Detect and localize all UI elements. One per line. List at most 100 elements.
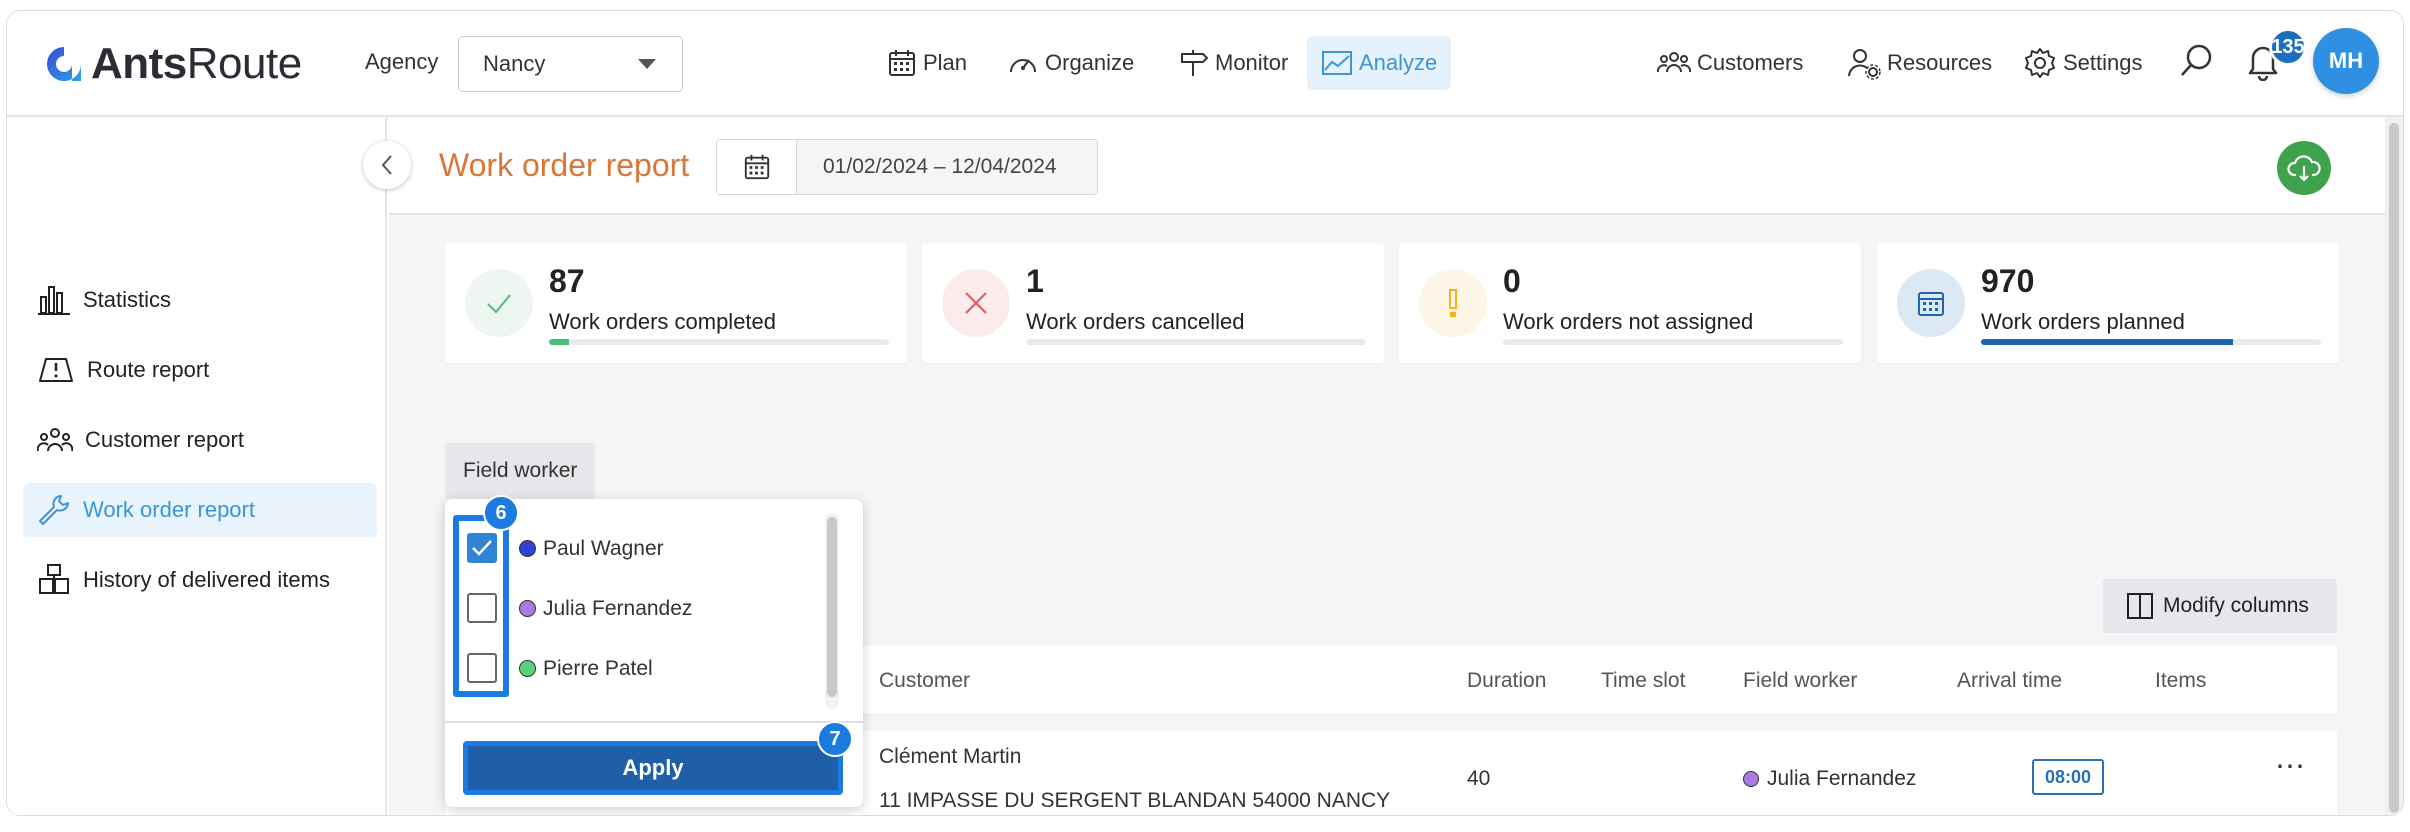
worker-name: Julia Fernandez xyxy=(543,597,693,620)
worker-name: Paul Wagner xyxy=(543,537,664,560)
sidebar-collapse-button[interactable] xyxy=(363,141,411,189)
sidebar-item-route-report[interactable]: Route report xyxy=(23,343,377,397)
exclamation-icon xyxy=(1419,269,1487,337)
search-icon[interactable] xyxy=(2177,41,2217,81)
nav-organize[interactable]: Organize xyxy=(993,36,1148,90)
sidebar-item-customer-report[interactable]: Customer report xyxy=(23,413,377,467)
checkbox-highlight xyxy=(453,515,509,697)
progress-fill xyxy=(1981,339,2233,345)
scroll-thumb[interactable] xyxy=(827,517,837,697)
stat-card-planned: 970 Work orders planned xyxy=(1877,243,2339,363)
progress-bar xyxy=(1026,339,1366,345)
nav-plan[interactable]: Plan xyxy=(873,36,981,90)
nav-organize-label: Organize xyxy=(1045,50,1135,75)
sidebar-item-statistics[interactable]: Statistics xyxy=(23,273,377,327)
column-header[interactable]: Arrival time xyxy=(1957,669,2062,693)
agency-select[interactable]: Nancy xyxy=(458,36,683,92)
signpost-icon xyxy=(1181,50,1209,76)
field-worker-dropdown: Paul Wagner Julia Fernandez Pierre Patel… xyxy=(445,495,863,807)
nav-settings[interactable]: Settings xyxy=(2009,36,2157,90)
scrollbar[interactable] xyxy=(825,513,839,709)
nav-customers[interactable]: Customers xyxy=(1643,36,1817,90)
date-range-picker[interactable]: 01/02/2024 – 12/04/2024 xyxy=(716,139,1098,195)
field-worker-name: Julia Fernandez xyxy=(1767,767,1917,790)
stat-value: 970 xyxy=(1981,263,2035,299)
nav-resources-label: Resources xyxy=(1887,50,1993,75)
app-window: AntsRoute Agency Nancy Plan Organize Mon… xyxy=(6,10,2404,816)
column-header[interactable]: Time slot xyxy=(1601,669,1685,693)
calendar-button[interactable] xyxy=(717,140,797,194)
sidebar-item-label: Route report xyxy=(87,357,210,382)
top-bar: AntsRoute Agency Nancy Plan Organize Mon… xyxy=(7,11,2403,117)
stat-card-not-assigned: 0 Work orders not assigned xyxy=(1399,243,1861,363)
nav-analyze[interactable]: Analyze xyxy=(1307,36,1452,90)
sidebar-item-label: Customer report xyxy=(85,427,244,452)
people-icon xyxy=(37,428,73,452)
stat-value: 87 xyxy=(549,263,585,299)
nav-resources[interactable]: Resources xyxy=(1833,36,2006,90)
nav-settings-label: Settings xyxy=(2063,50,2143,75)
nav-analyze-label: Analyze xyxy=(1359,50,1438,75)
worker-color-dot xyxy=(1743,771,1759,787)
notification-badge: 135 xyxy=(2269,28,2307,66)
bar-chart-icon xyxy=(38,286,70,315)
logo-icon xyxy=(47,47,81,81)
page-title: Work order report xyxy=(439,147,690,183)
sidebar-item-history-delivered[interactable]: History of delivered items xyxy=(23,553,377,607)
logo-text: AntsRoute xyxy=(91,39,302,88)
stat-label: Work orders planned xyxy=(1981,309,2185,334)
page-scrollbar[interactable] xyxy=(2385,117,2403,815)
sidebar: Statistics Route report Customer report … xyxy=(7,117,387,815)
more-actions-icon[interactable]: ⋯ xyxy=(2275,749,2306,784)
sidebar-item-work-order-report[interactable]: Work order report xyxy=(23,483,377,537)
column-header[interactable]: Items xyxy=(2155,669,2206,693)
date-range-value: 01/02/2024 – 12/04/2024 xyxy=(823,155,1057,178)
arrival-time-chip: 08:00 xyxy=(2032,759,2104,795)
progress-bar xyxy=(549,339,889,345)
page-header: Work order report 01/02/2024 – 12/04/202… xyxy=(389,117,2403,215)
stat-card-completed: 87 Work orders completed xyxy=(445,243,907,363)
avatar[interactable]: MH xyxy=(2313,28,2379,94)
sidebar-item-label: History of delivered items xyxy=(83,567,330,592)
field-worker-filter-tab[interactable]: Field worker xyxy=(445,443,596,499)
chevron-down-icon xyxy=(638,59,656,69)
nav-plan-label: Plan xyxy=(923,50,968,75)
calendar-icon xyxy=(1897,269,1965,337)
progress-fill xyxy=(549,339,570,345)
worker-name: Pierre Patel xyxy=(543,657,653,680)
customer-address: 11 IMPASSE DU SERGENT BLANDAN 54000 NANC… xyxy=(879,789,1391,812)
chevron-left-icon xyxy=(381,155,392,175)
sidebar-item-label: Statistics xyxy=(83,287,172,312)
stat-card-cancelled: 1 Work orders cancelled xyxy=(922,243,1384,363)
check-icon xyxy=(465,269,533,337)
download-button[interactable] xyxy=(2277,141,2331,195)
calendar-icon xyxy=(889,50,915,76)
column-header[interactable]: Customer xyxy=(879,669,970,693)
modify-columns-button[interactable]: Modify columns xyxy=(2103,579,2337,633)
agency-value: Nancy xyxy=(483,51,546,76)
nav-monitor[interactable]: Monitor xyxy=(1165,36,1302,90)
column-header[interactable]: Duration xyxy=(1467,669,1546,693)
chart-icon xyxy=(1322,51,1352,75)
columns-icon xyxy=(2127,593,2153,619)
column-header[interactable]: Field worker xyxy=(1743,669,1857,693)
worker-color-dot xyxy=(519,600,536,617)
progress-bar xyxy=(1981,339,2321,345)
sidebar-item-label: Work order report xyxy=(83,497,255,522)
step-badge: 7 xyxy=(817,721,853,757)
apply-button[interactable]: Apply xyxy=(463,741,843,795)
scroll-thumb[interactable] xyxy=(2389,123,2399,813)
progress-bar xyxy=(1503,339,1843,345)
stat-label: Work orders completed xyxy=(549,309,777,334)
logo[interactable]: AntsRoute xyxy=(43,39,302,89)
stat-value: 1 xyxy=(1026,263,1044,299)
calendar-icon xyxy=(744,154,769,180)
customer-name: Clément Martin xyxy=(879,745,1022,768)
nav-monitor-label: Monitor xyxy=(1215,50,1289,75)
agency-label: Agency xyxy=(365,49,439,74)
gear-icon xyxy=(2025,48,2055,78)
field-worker-cell: Julia Fernandez xyxy=(1743,767,1916,791)
stat-label: Work orders not assigned xyxy=(1503,309,1754,334)
nav-customers-label: Customers xyxy=(1697,50,1804,75)
duration-value: 40 xyxy=(1467,767,1491,790)
